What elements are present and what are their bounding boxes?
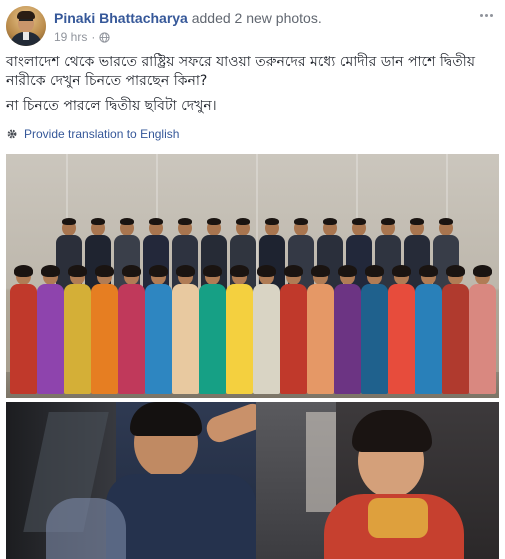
- provide-translation-link[interactable]: Provide translation to English: [24, 126, 179, 142]
- post-body: বাংলাদেশ থেকে ভারতে রাষ্ট্রিয় সফরে যাওয…: [6, 53, 499, 122]
- facebook-post: Pinaki Bhattacharya added 2 new photos. …: [0, 0, 505, 559]
- post-text-line-1: বাংলাদেশ থেকে ভারতে রাষ্ট্রিয় সফরে যাওয…: [6, 54, 475, 89]
- post-meta: 19 hrs ·: [54, 29, 110, 45]
- post-text-line-2: না চিনতে পারলে দ্বিতীয় ছবিটা দেখুন।: [6, 98, 217, 114]
- group-photo[interactable]: [6, 154, 499, 398]
- more-options-icon[interactable]: [477, 8, 495, 22]
- crowd-photo[interactable]: [6, 402, 499, 559]
- author-name-link[interactable]: Pinaki Bhattacharya: [54, 10, 188, 26]
- post-timestamp[interactable]: 19 hrs: [54, 29, 87, 45]
- post-header: Pinaki Bhattacharya added 2 new photos. …: [6, 6, 499, 46]
- gear-icon: [6, 128, 18, 140]
- author-avatar[interactable]: [6, 6, 46, 46]
- globe-icon[interactable]: [99, 31, 110, 43]
- post-action-text: added 2 new photos.: [191, 10, 322, 26]
- meta-separator: ·: [91, 30, 96, 44]
- translation-row: Provide translation to English: [6, 126, 179, 142]
- post-title: Pinaki Bhattacharya added 2 new photos.: [54, 9, 322, 27]
